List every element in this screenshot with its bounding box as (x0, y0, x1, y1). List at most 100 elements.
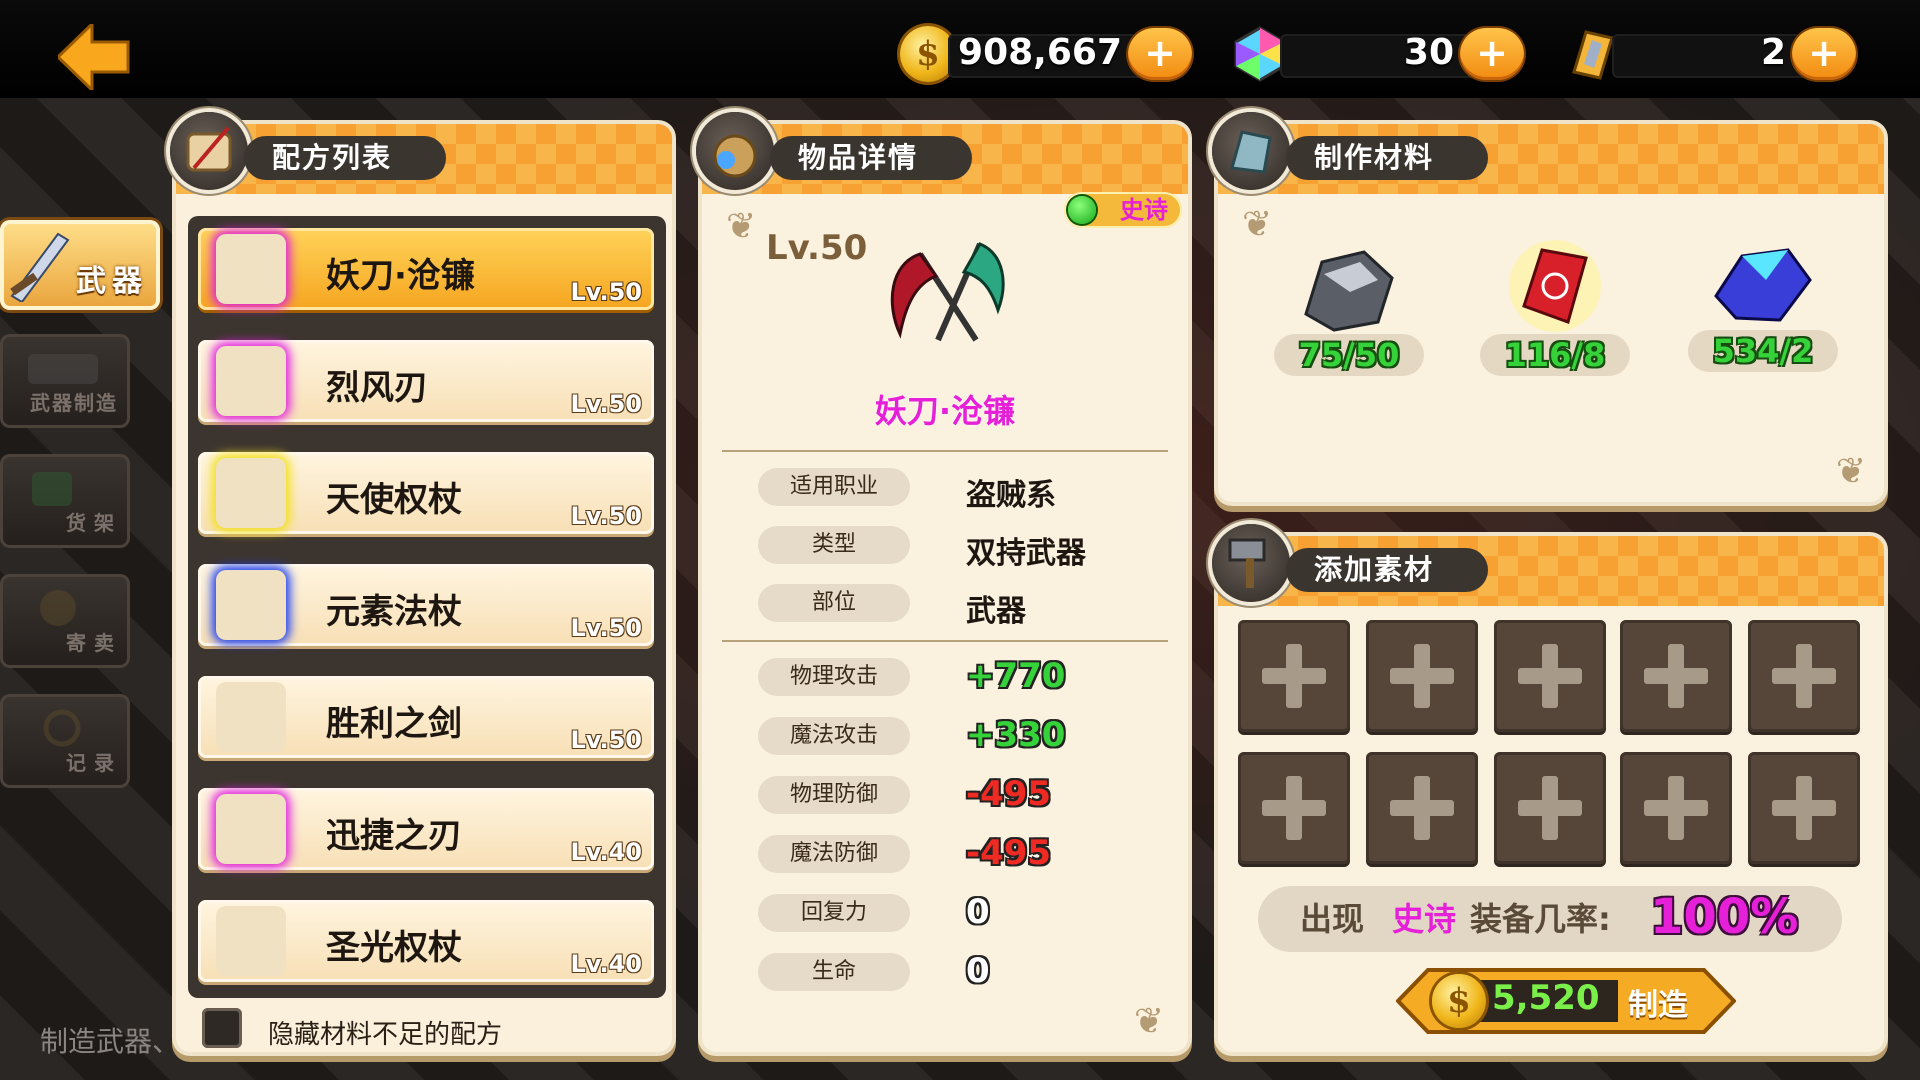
add-material-slot[interactable] (1366, 752, 1478, 864)
stat-value: +770 (966, 656, 1066, 696)
ornament-icon: ❦ (726, 206, 757, 247)
stat-value: +330 (966, 715, 1066, 755)
recipe-level: Lv.40 (570, 950, 643, 978)
recipe-panel-title: 配方列表 (244, 136, 447, 180)
hammer-icon (1212, 524, 1290, 602)
materials-panel: 制作材料 ❦ 75/50 116/8 534/2 ❦ (1212, 112, 1884, 502)
recipe-item[interactable]: 元素法杖 Lv.50 (198, 564, 654, 646)
add-panel-title: 添加素材 (1286, 548, 1489, 592)
material-count: 534/2 (1688, 330, 1838, 372)
stat-label: 物理攻击 (758, 658, 910, 696)
material-slot[interactable]: 75/50 (1274, 124, 1424, 384)
recipe-level: Lv.50 (570, 726, 643, 754)
item-name: 妖刀·沧镰 (874, 392, 1016, 430)
recipe-level: Lv.40 (570, 838, 643, 866)
material-count: 75/50 (1274, 334, 1424, 376)
red-rune-gem-icon (1509, 240, 1601, 332)
recipe-item[interactable]: 妖刀·沧镰 Lv.50 (198, 228, 654, 310)
material-count: 116/8 (1480, 334, 1630, 376)
ornament-icon: ❦ (1835, 451, 1866, 492)
add-material-slot[interactable] (1494, 752, 1606, 864)
add-material-slot[interactable] (1620, 752, 1732, 864)
add-tickets-button[interactable]: + (1792, 28, 1856, 80)
divider (722, 640, 1168, 642)
chance-prefix: 出现 (1300, 900, 1365, 938)
recipe-scroll-icon (216, 234, 286, 304)
attr-label: 部位 (758, 584, 910, 622)
attr-value: 双持武器 (966, 536, 1086, 571)
recipe-name: 迅捷之刃 (326, 816, 462, 856)
blue-crystal-icon (1714, 248, 1812, 322)
add-material-panel: 添加素材 出现 史诗 装备几率: 100% $ 5,520 制造 (1212, 524, 1884, 1052)
material-slot[interactable]: 116/8 (1480, 124, 1630, 384)
tab-records-label: 记录 (66, 751, 122, 775)
pouch-icon (696, 112, 774, 190)
stat-label: 魔法攻击 (758, 717, 910, 755)
tab-shelf[interactable]: 货架 (0, 454, 130, 548)
stat-value: 0 (966, 892, 990, 932)
add-material-slot[interactable] (1748, 752, 1860, 864)
back-arrow-icon[interactable] (58, 24, 130, 90)
stat-label: 物理防御 (758, 776, 910, 814)
recipe-item[interactable]: 圣光权杖 Lv.40 (198, 900, 654, 982)
tab-consign-label: 寄卖 (66, 631, 122, 655)
recipe-scroll-icon (216, 794, 286, 864)
recipe-name: 天使权杖 (326, 480, 462, 520)
silver-ore-icon (1304, 250, 1394, 332)
material-slot[interactable]: 534/2 (1688, 120, 1838, 380)
epic-chance-display: 出现 史诗 装备几率: 100% (1258, 886, 1842, 952)
scroll-quill-icon (170, 112, 248, 190)
add-material-slot[interactable] (1238, 752, 1350, 864)
recipe-level: Lv.50 (570, 502, 643, 530)
item-detail-panel: 物品详情 史诗 ❦ Lv.50 妖刀·沧镰 适用职业 盗贼系 类型 双持武器 部… (696, 112, 1188, 1052)
sword-icon (10, 232, 70, 302)
add-coins-button[interactable]: + (1128, 28, 1192, 80)
ticket-counter: 2 + (1564, 26, 1856, 80)
bottom-hint-text: 制造武器、 (40, 1025, 181, 1058)
recipe-name: 妖刀·沧镰 (326, 256, 475, 296)
craft-cost: 5,520 (1492, 978, 1600, 1018)
tab-weapons[interactable]: 武器 (0, 220, 160, 310)
item-level: Lv.50 (766, 228, 868, 268)
craft-label: 制造 (1628, 988, 1688, 1023)
recipe-item[interactable]: 天使权杖 Lv.50 (198, 452, 654, 534)
recipe-level: Lv.50 (570, 390, 643, 418)
divider (722, 450, 1168, 452)
recipe-level: Lv.50 (570, 614, 643, 642)
add-material-slot[interactable] (1366, 620, 1478, 732)
tab-records[interactable]: 记录 (0, 694, 130, 788)
recipe-item[interactable]: 胜利之剑 Lv.50 (198, 676, 654, 758)
ornament-icon: ❦ (1242, 204, 1273, 245)
recipe-name: 烈风刃 (326, 368, 428, 408)
recipe-name: 圣光权杖 (326, 928, 462, 968)
tab-weapons-label: 武器 (76, 264, 148, 299)
gem-counter: 30 + (1232, 26, 1524, 82)
stat-label: 回复力 (758, 894, 910, 932)
craft-button[interactable]: $ 5,520 制造 (1396, 968, 1736, 1034)
add-material-slot[interactable] (1748, 620, 1860, 732)
gem-value: 30 (1403, 32, 1454, 73)
chance-value: 100% (1650, 889, 1799, 945)
hide-insufficient-checkbox[interactable] (202, 1008, 242, 1048)
recipe-item[interactable]: 烈风刃 Lv.50 (198, 340, 654, 422)
recipe-scroll-icon (216, 682, 286, 752)
ticket-value: 2 (1760, 32, 1786, 73)
attr-value: 武器 (966, 594, 1026, 629)
add-gems-button[interactable]: + (1460, 28, 1524, 80)
scythe-weapon-icon (890, 242, 1005, 342)
attr-value: 盗贼系 (966, 478, 1056, 513)
recipe-scroll-icon (216, 570, 286, 640)
recipe-scroll-icon (216, 458, 286, 528)
tab-consign[interactable]: 寄卖 (0, 574, 130, 668)
recipe-list: 妖刀·沧镰 Lv.50 烈风刃 Lv.50 天使权杖 Lv.50 元素法杖 Lv… (188, 216, 666, 998)
rarity-label: 史诗 (1120, 196, 1168, 224)
recipe-scroll-icon (216, 906, 286, 976)
recipe-item[interactable]: 迅捷之刃 Lv.40 (198, 788, 654, 870)
add-material-slot[interactable] (1238, 620, 1350, 732)
add-material-slot[interactable] (1494, 620, 1606, 732)
tab-weapon-crafting[interactable]: 武器制造 (0, 334, 130, 428)
top-bar: $ 908,667 + 30 + 2 + (0, 0, 1920, 98)
rarity-dot-icon (1068, 196, 1096, 224)
add-material-slot[interactable] (1620, 620, 1732, 732)
detail-panel-title: 物品详情 (770, 136, 973, 180)
